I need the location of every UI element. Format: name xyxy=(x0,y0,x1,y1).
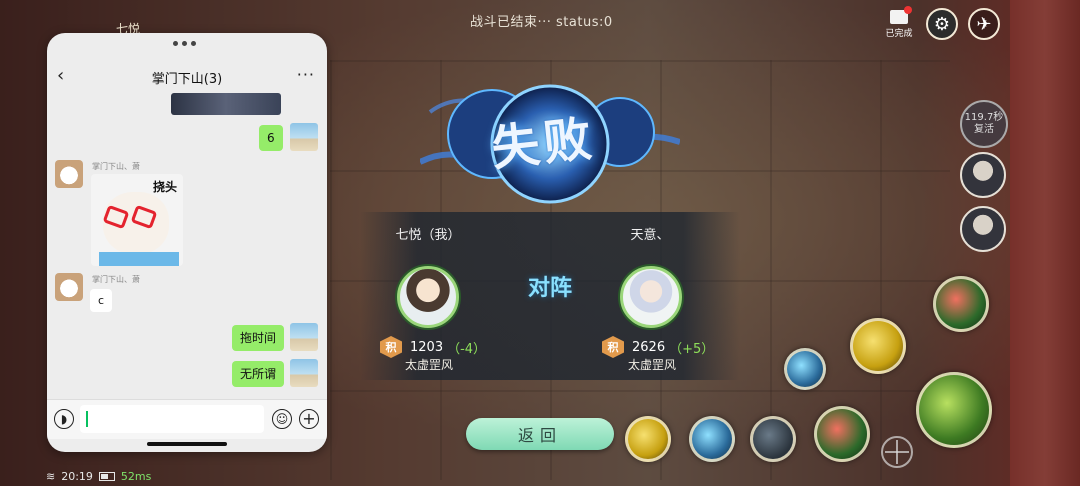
battery-icon xyxy=(98,471,115,481)
sender-name: 掌门下山、萧 xyxy=(92,162,140,171)
system-status-bar: ≋ 20:19 52ms xyxy=(46,466,151,486)
drag-handle[interactable] xyxy=(173,41,196,46)
battle-status-text: 战斗已结束··· status:0 xyxy=(470,15,613,30)
skill-button[interactable] xyxy=(689,416,735,462)
home-indicator xyxy=(147,442,227,446)
left-score-delta: （-4） xyxy=(447,341,487,357)
my-avatar[interactable] xyxy=(290,323,318,351)
skill-button[interactable] xyxy=(933,276,989,332)
vs-label: 对阵 xyxy=(527,276,572,301)
completed-label: 已完成 xyxy=(885,28,913,39)
right-player-name: 天意、 xyxy=(630,228,670,243)
chat-input-bar: ◗ ☺ + xyxy=(47,399,327,439)
left-score-value: 1203 xyxy=(410,339,444,355)
back-button[interactable]: 返回 xyxy=(466,418,614,450)
chest-icon xyxy=(890,5,912,24)
my-message-bubble[interactable]: 拖时间 xyxy=(232,325,285,351)
respawn-timer-value: 119.7秒 xyxy=(964,112,1004,123)
my-message-bubble[interactable]: 6 xyxy=(259,125,283,151)
other-avatar[interactable] xyxy=(55,273,83,301)
sticker-message[interactable]: 挠头 xyxy=(91,174,183,266)
left-player-name: 七悦（我） xyxy=(395,228,461,243)
skill-button[interactable] xyxy=(750,416,796,462)
my-avatar[interactable] xyxy=(290,123,318,151)
points-badge-icon: 积 xyxy=(602,336,624,358)
gear-icon: ⚙ xyxy=(933,13,951,35)
my-avatar[interactable] xyxy=(290,359,318,387)
voice-icon[interactable]: ◗ xyxy=(54,409,74,429)
skill-button[interactable] xyxy=(850,318,906,374)
skill-button[interactable] xyxy=(625,416,671,462)
other-message-bubble[interactable]: c xyxy=(90,289,113,312)
ping-text: 52ms xyxy=(120,469,152,483)
image-message[interactable] xyxy=(171,93,281,115)
right-score-value: 2626 xyxy=(632,339,666,355)
teammate-avatar[interactable] xyxy=(960,206,1006,252)
chat-title: 掌门下山(3) xyxy=(151,71,223,87)
my-message-bubble[interactable]: 无所谓 xyxy=(232,361,285,387)
right-player-rank: 太虚罡风 xyxy=(627,358,676,372)
exit-icon: ✈ xyxy=(976,13,992,35)
message-input[interactable] xyxy=(80,405,264,433)
other-avatar[interactable] xyxy=(55,160,83,188)
teammate-avatar[interactable] xyxy=(960,152,1006,198)
more-icon[interactable]: ··· xyxy=(297,67,315,83)
skill-button[interactable] xyxy=(784,348,826,390)
plus-icon[interactable]: + xyxy=(299,409,319,429)
right-score-delta: （+5） xyxy=(669,341,715,357)
emoji-icon[interactable]: ☺ xyxy=(272,409,292,429)
result-title: 失败 xyxy=(488,110,599,178)
attack-button[interactable] xyxy=(916,372,992,448)
sender-name: 掌门下山、萧 xyxy=(92,275,140,284)
skill-button[interactable] xyxy=(814,406,870,462)
crosshair-icon[interactable] xyxy=(881,436,913,468)
respawn-timer: 119.7秒 复活 xyxy=(960,100,1008,148)
right-player-avatar xyxy=(620,266,682,328)
wifi-icon: ≋ xyxy=(46,469,56,483)
chat-window: ‹ 掌门下山(3) ··· 6 掌门下山、萧 挠头 掌门下山、萧 c 拖时间 无… xyxy=(47,33,327,452)
right-player-score: 积 2626 （+5） xyxy=(602,336,714,358)
left-player-rank: 太虚罡风 xyxy=(404,358,453,372)
settings-button[interactable]: ⚙ xyxy=(926,8,958,40)
left-player-avatar xyxy=(397,266,459,328)
points-badge-icon: 积 xyxy=(380,336,402,358)
left-player-score: 积 1203 （-4） xyxy=(380,336,486,358)
exit-button[interactable]: ✈ xyxy=(968,8,1000,40)
respawn-timer-label: 复活 xyxy=(974,124,994,135)
clock-text: 20:19 xyxy=(61,469,93,483)
sticker-caption: 挠头 xyxy=(152,180,177,194)
completed-button[interactable]: 已完成 xyxy=(884,5,914,40)
